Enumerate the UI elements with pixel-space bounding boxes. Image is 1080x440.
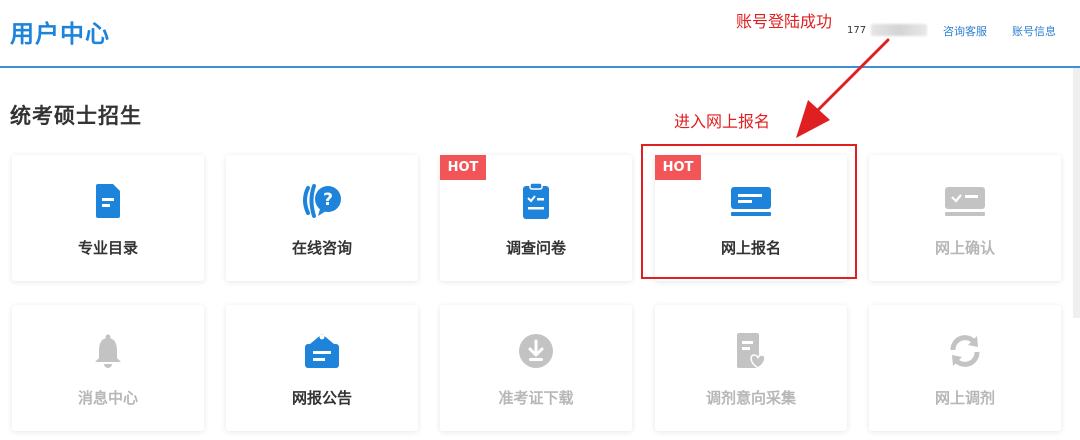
account-link[interactable]: 账号信息 [1012,23,1056,39]
download-icon [440,332,632,370]
card-online-consult[interactable]: ? 在线咨询 [226,155,418,281]
card-label: 消息中心 [77,389,138,407]
header-bar: 用户中心 账号登陆成功 177 咨询客服 账号信息 [0,0,1080,66]
support-link[interactable]: 咨询客服 [943,23,987,39]
header-divider [0,66,1080,68]
card-label: 网报公告 [291,389,352,407]
consult-chat-icon: ? [226,182,418,220]
annotation-login-success: 账号登陆成功 [736,12,833,31]
svg-text:?: ? [323,190,333,210]
card-label: 调查问卷 [505,239,566,257]
card-admission-ticket-download[interactable]: 准考证下载 [440,305,632,431]
card-label: 在线咨询 [291,239,352,257]
section-title: 统考硕士招生 [10,104,142,128]
hot-badge: HOT [440,155,486,180]
clipboard-check-icon [440,182,632,220]
card-label: 准考证下载 [498,389,574,407]
card-survey[interactable]: HOT 调查问卷 [440,155,632,281]
card-label: 网上调剂 [934,389,995,407]
bell-icon [12,332,204,370]
phone-number-blur [871,24,927,36]
brand-title: 用户中心 [10,20,110,48]
card-label: 调剂意向采集 [705,389,796,407]
card-online-confirm[interactable]: 网上确认 [869,155,1061,281]
card-adjustment-intent[interactable]: 调剂意向采集 [655,305,847,431]
card-label: 网上确认 [934,239,995,257]
intent-heart-doc-icon [655,332,847,370]
scrollbar[interactable] [1073,68,1080,318]
card-label: 专业目录 [77,239,138,257]
card-online-adjustment[interactable]: 网上调剂 [869,305,1061,431]
document-icon [12,182,204,220]
card-major-catalog[interactable]: 专业目录 [12,155,204,281]
phone-number: 177 [847,25,867,36]
refresh-icon [869,332,1061,370]
highlight-box [641,144,857,279]
announcement-icon [226,332,418,370]
card-message-center[interactable]: 消息中心 [12,305,204,431]
confirm-card-icon [869,182,1061,220]
annotation-enter-registration: 进入网上报名 [674,112,771,131]
card-registration-notice[interactable]: 网报公告 [226,305,418,431]
